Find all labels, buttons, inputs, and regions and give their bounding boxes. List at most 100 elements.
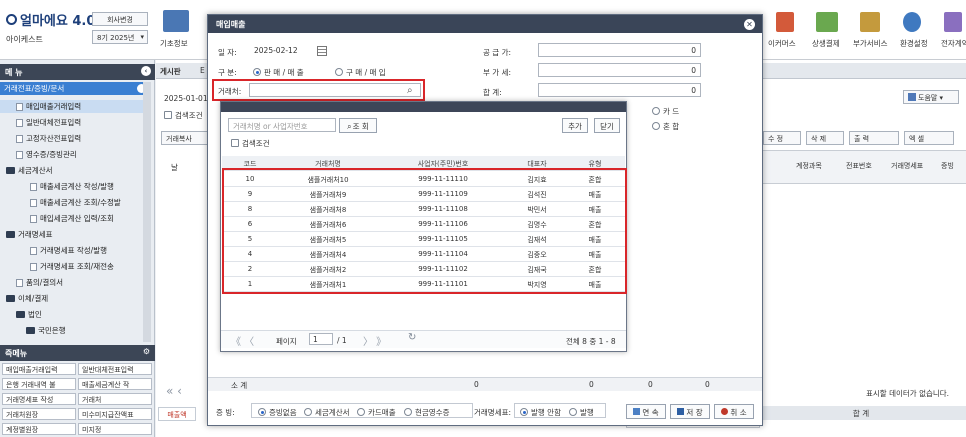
save-button[interactable]: 저 장 — [670, 404, 710, 419]
toolbar-label-payment: 상생결제 — [812, 39, 840, 48]
quick-item[interactable]: 거래처 — [78, 393, 152, 405]
service-icon[interactable] — [860, 12, 880, 32]
sidebar-item-general-transfer[interactable]: 일반대체전표입력 — [0, 116, 148, 129]
page-next-last-icon[interactable]: 〉 》 — [363, 333, 386, 348]
quick-item[interactable]: 은행 거래내역 불 — [2, 378, 76, 390]
radio-icon[interactable] — [335, 68, 343, 76]
excel-button[interactable]: 엑 셀 — [904, 131, 954, 145]
quick-item[interactable]: 매출세금계산 작 — [78, 378, 152, 390]
calendar-icon[interactable] — [317, 46, 327, 56]
gear-icon[interactable]: ⚙ — [143, 347, 150, 356]
quick-item[interactable]: 매입매출거래입력 — [2, 363, 76, 375]
date-label: 일 자: — [218, 48, 237, 57]
type-option-sales[interactable]: 판 매 / 매 출 — [253, 67, 304, 78]
sidebar-item-sales-purchase[interactable]: 매입매출거래입력 — [0, 100, 148, 113]
sidebar-item-corporate[interactable]: 법인 — [0, 308, 148, 321]
radio-icon[interactable] — [569, 408, 577, 416]
quick-item[interactable]: 미수미지급잔액표 — [78, 408, 152, 420]
sidebar-item-receipt[interactable]: 영수증/증빙관리 — [0, 148, 148, 161]
vat-field[interactable]: 0 — [538, 63, 701, 77]
search-condition[interactable]: 검색조건 — [231, 138, 270, 149]
close-button[interactable]: 닫기 — [594, 118, 620, 133]
evidence-cash-receipt[interactable]: 현금영수증 — [404, 407, 450, 418]
company-change-button[interactable]: 회사변경 — [92, 12, 148, 26]
ecommerce-icon[interactable] — [776, 12, 794, 32]
page-prev-icon[interactable]: « ‹ — [166, 384, 182, 398]
sidebar-item-statement-query[interactable]: 거래명세표 조회/재전송 — [0, 260, 148, 273]
pay-option-mixed[interactable]: 혼 합 — [652, 121, 679, 132]
radio-icon[interactable] — [404, 408, 412, 416]
sidebar-item-sales-tax-query[interactable]: 매출세금계산 조회/수정발 — [0, 196, 148, 209]
quick-item[interactable]: 미지정 — [78, 423, 152, 435]
radio-icon[interactable] — [258, 408, 266, 416]
checkbox[interactable] — [231, 139, 239, 147]
sidebar-item-purchase-tax[interactable]: 매입세금계산 입력/조회 — [0, 212, 148, 225]
subtotal-value: 0 — [648, 380, 653, 389]
checkbox[interactable] — [164, 111, 172, 119]
edit-button[interactable]: 수 정 — [763, 131, 801, 145]
partner-search-input[interactable]: 거래처명 or 사업자번호 — [228, 118, 336, 132]
page-first-prev-icon[interactable]: 《 〈 — [231, 333, 254, 348]
total-field[interactable]: 0 — [538, 83, 701, 97]
tab-board[interactable]: 게시판 — [160, 66, 181, 77]
evidence-none[interactable]: 증빙없음 — [258, 407, 297, 418]
statement-issue[interactable]: 발행 — [569, 407, 594, 418]
statement-label: 거래명세표: — [474, 408, 512, 417]
payment-icon[interactable] — [816, 12, 838, 32]
radio-icon[interactable] — [304, 408, 312, 416]
continue-icon — [633, 408, 641, 415]
search-button[interactable]: ⌕조 회 — [339, 118, 377, 133]
sidebar-item-trade[interactable]: 거래전표/증빙/문서 — [0, 82, 150, 95]
help-button[interactable]: 도움말 ▾ — [903, 90, 959, 104]
collapse-icon[interactable]: ‹ — [141, 66, 151, 76]
page-input[interactable]: 1 — [309, 333, 333, 345]
folder-icon — [6, 231, 15, 238]
sidebar-item-transfer[interactable]: 이체/결제 — [0, 292, 148, 305]
basic-info-icon[interactable] — [163, 10, 189, 32]
quick-item[interactable]: 거래처원장 — [2, 408, 76, 420]
radio-icon[interactable] — [520, 408, 528, 416]
quick-item[interactable]: 거래명세표 작성 — [2, 393, 76, 405]
radio-icon[interactable] — [253, 68, 261, 76]
evidence-tax-invoice[interactable]: 세금계산서 — [304, 407, 350, 418]
main-left-header: 날 — [171, 163, 178, 172]
pay-option-card[interactable]: 카 드 — [652, 106, 679, 117]
evidence-card[interactable]: 카드매출 — [357, 407, 396, 418]
sidebar-item-fixed-asset[interactable]: 고정자산전표입력 — [0, 132, 148, 145]
page-label: 페이지 — [276, 337, 297, 346]
quick-menu-title: 즉메뉴 ⚙ — [0, 345, 155, 361]
close-icon[interactable]: ✕ — [744, 19, 755, 30]
quick-item[interactable]: 계정별원장 — [2, 423, 76, 435]
add-button[interactable]: 추가 — [562, 118, 588, 133]
sidebar-item-sales-tax-issue[interactable]: 매출세금계산 작성/발행 — [0, 180, 148, 193]
radio-icon[interactable] — [357, 408, 365, 416]
refresh-icon[interactable]: ↻ — [408, 332, 416, 343]
quick-item[interactable]: 일반대체전표입력 — [78, 363, 152, 375]
sidebar-scrollbar[interactable] — [143, 82, 151, 342]
contract-icon[interactable] — [944, 12, 962, 32]
print-button[interactable]: 출 력 — [849, 131, 899, 145]
year-select[interactable]: 8기 2025년 ▾ — [92, 30, 148, 44]
settings-icon[interactable] — [903, 12, 921, 32]
sidebar-item-kb-bank[interactable]: 국민은행 — [0, 324, 148, 337]
subtotal-value: 0 — [474, 380, 479, 389]
sidebar-item-tax-invoice[interactable]: 세금계산서 — [0, 164, 148, 177]
cancel-button[interactable]: 취 소 — [714, 404, 754, 419]
radio-icon[interactable] — [652, 122, 660, 130]
folder-icon — [26, 327, 35, 334]
bottom-tab-sales[interactable]: 매출액 — [158, 407, 196, 421]
sidebar-item-statement-issue[interactable]: 거래명세표 작성/발행 — [0, 244, 148, 257]
supply-field[interactable]: 0 — [538, 43, 701, 57]
main-search-cond[interactable]: 검색조건 — [164, 110, 203, 121]
sidebar-item-statement[interactable]: 거래명세표 — [0, 228, 148, 241]
document-icon — [16, 102, 23, 111]
statement-no-issue[interactable]: 발행 안함 — [520, 407, 561, 418]
radio-icon[interactable] — [652, 107, 660, 115]
main-date[interactable]: 2025-01-01 — [164, 94, 208, 103]
tab-e[interactable]: E — [200, 66, 205, 75]
delete-button[interactable]: 삭 제 — [806, 131, 844, 145]
continue-button[interactable]: 연 속 — [626, 404, 666, 419]
sidebar-item-approval[interactable]: 품의/결의서 — [0, 276, 148, 289]
type-option-purchase[interactable]: 구 매 / 매 입 — [335, 67, 386, 78]
trade-copy-button[interactable]: 거래복사 — [161, 131, 211, 145]
